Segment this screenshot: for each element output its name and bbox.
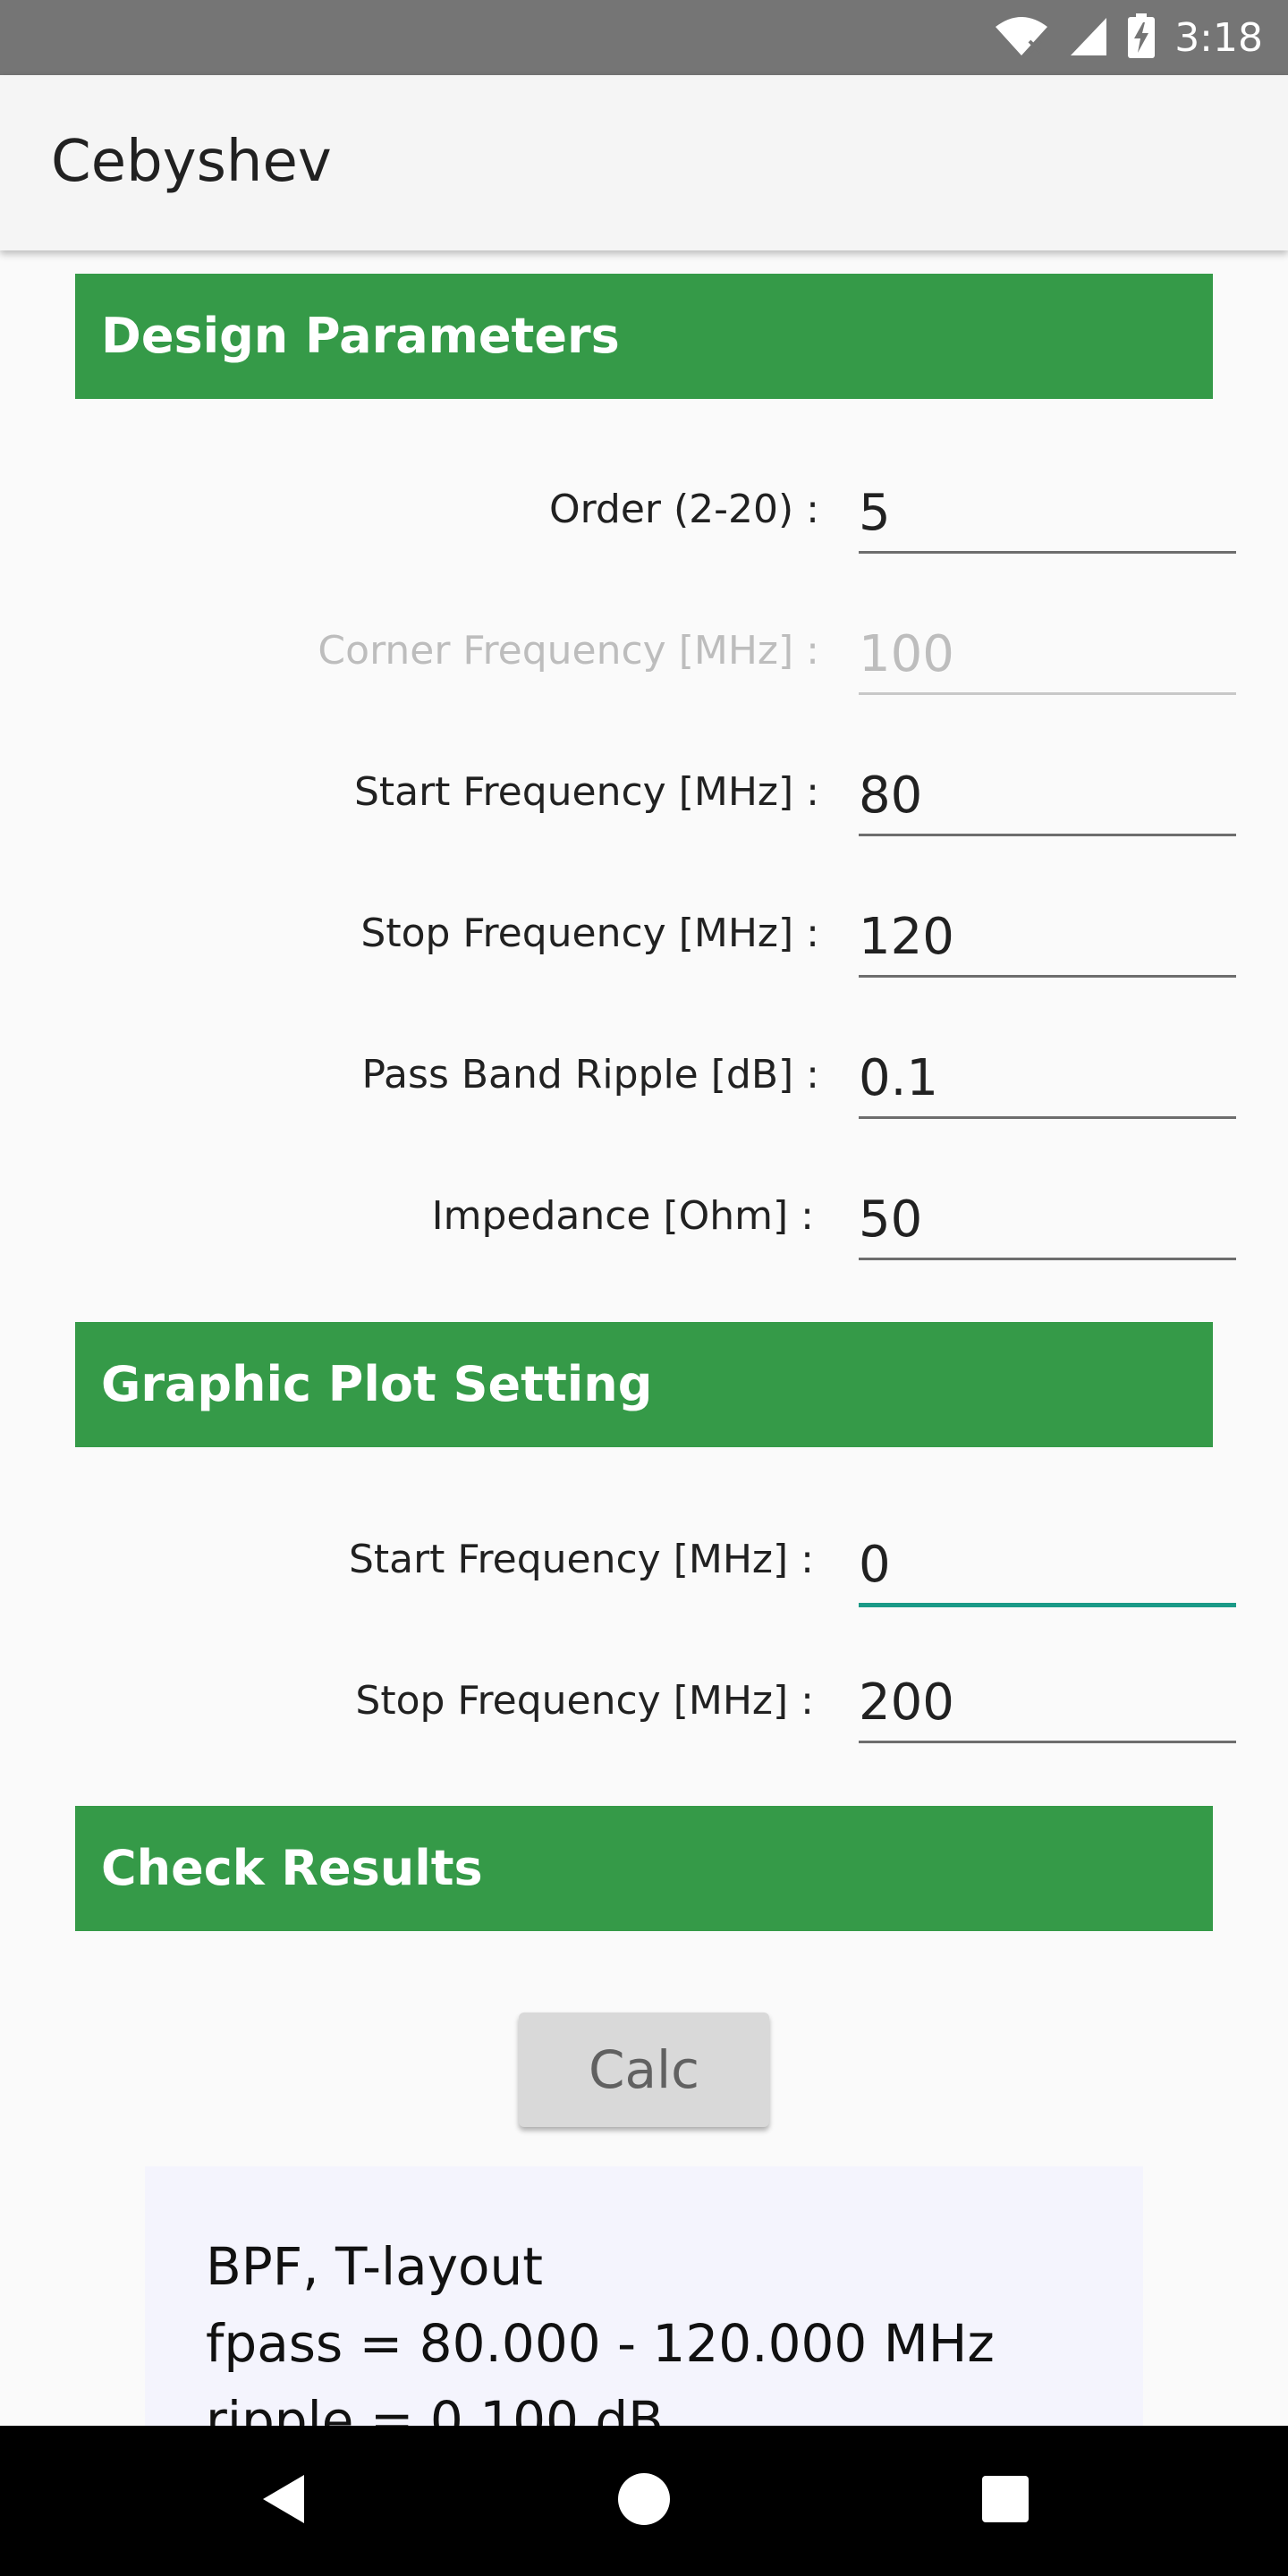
impedance-value: 50: [859, 1191, 923, 1249]
pass-band-ripple-value: 0.1: [859, 1049, 939, 1107]
recents-button[interactable]: [961, 2456, 1050, 2546]
pass-band-ripple-label: Pass Band Ripple [dB] :: [361, 1052, 820, 1097]
pass-band-ripple-input[interactable]: 0.1: [859, 1045, 1236, 1119]
result-line: fpass = 80.000 - 120.000 MHz: [206, 2313, 995, 2374]
home-button[interactable]: [599, 2456, 689, 2546]
impedance-input[interactable]: 50: [859, 1186, 1236, 1260]
plot-stop-frequency-value: 200: [859, 1674, 954, 1732]
impedance-label: Impedance [Ohm] :: [431, 1193, 814, 1239]
recents-icon: [981, 2475, 1030, 2527]
start-frequency-label: Start Frequency [MHz] :: [353, 769, 819, 815]
wifi-icon: [994, 14, 1049, 61]
design-parameters-title: Design Parameters: [101, 308, 620, 364]
start-frequency-value: 80: [859, 767, 923, 825]
result-line: BPF, T-layout: [206, 2236, 543, 2297]
battery-charging-icon: [1128, 13, 1156, 62]
graphic-plot-setting-header: Graphic Plot Setting: [75, 1322, 1213, 1447]
stop-frequency-input[interactable]: 120: [859, 903, 1236, 978]
order-input[interactable]: 5: [859, 479, 1236, 554]
status-time: 3:18: [1174, 14, 1263, 61]
app-title: Cebyshev: [51, 129, 332, 195]
calc-button[interactable]: Calc: [519, 2012, 769, 2127]
status-bar: 3:18: [0, 0, 1288, 75]
graphic-plot-setting-title: Graphic Plot Setting: [101, 1356, 653, 1412]
calc-button-label: Calc: [588, 2039, 700, 2100]
start-frequency-input[interactable]: 80: [859, 762, 1236, 836]
status-icons: 3:18: [994, 9, 1263, 66]
design-parameters-header: Design Parameters: [75, 274, 1213, 399]
back-button[interactable]: [238, 2456, 327, 2546]
screen: 3:18 Cebyshev Design Parameters Order (2…: [0, 0, 1288, 2576]
plot-start-frequency-value: 0: [859, 1536, 891, 1594]
plot-start-frequency-input[interactable]: 0: [859, 1531, 1236, 1607]
check-results-header: Check Results: [75, 1806, 1213, 1931]
corner-frequency-label: Corner Frequency [MHz] :: [318, 628, 819, 674]
app-bar: Cebyshev: [0, 75, 1288, 250]
corner-frequency-input: 100: [859, 621, 1236, 695]
corner-frequency-value: 100: [859, 625, 954, 683]
stop-frequency-value: 120: [859, 908, 954, 966]
signal-icon: [1069, 14, 1108, 61]
back-icon: [258, 2471, 308, 2530]
order-label: Order (2-20) :: [548, 487, 819, 532]
home-icon: [616, 2471, 672, 2530]
plot-stop-frequency-label: Stop Frequency [MHz] :: [355, 1678, 814, 1724]
plot-stop-frequency-input[interactable]: 200: [859, 1669, 1236, 1743]
stop-frequency-label: Stop Frequency [MHz] :: [360, 911, 819, 956]
check-results-title: Check Results: [101, 1840, 483, 1896]
order-value: 5: [859, 484, 891, 542]
plot-start-frequency-label: Start Frequency [MHz] :: [348, 1537, 814, 1582]
navigation-bar: [0, 2426, 1288, 2576]
